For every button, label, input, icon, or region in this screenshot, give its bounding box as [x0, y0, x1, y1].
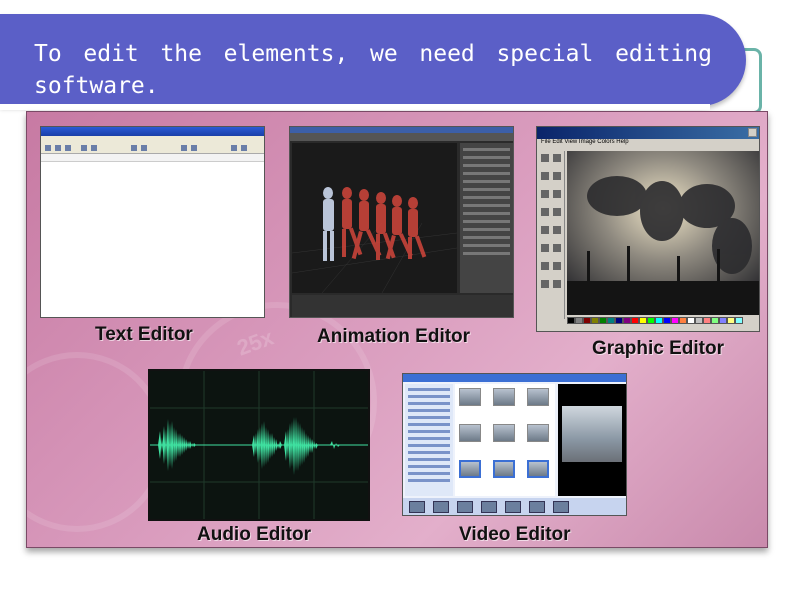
animation-timeline	[292, 295, 513, 317]
animation-editor-screenshot	[289, 126, 514, 318]
video-editor-screenshot	[402, 373, 627, 516]
video-preview	[558, 384, 626, 496]
decorative-circle	[27, 352, 167, 532]
title-banner: To edit the elements, we need special ed…	[0, 14, 746, 106]
window-titlebar	[537, 127, 759, 139]
caption-video-editor: Video Editor	[459, 524, 571, 545]
menu-bar: File Edit View Image Colors Help	[537, 139, 759, 148]
caption-graphic-editor: Graphic Editor	[592, 338, 724, 359]
toolbar	[290, 133, 513, 141]
banner-divider	[0, 104, 710, 110]
caption-text-editor: Text Editor	[95, 324, 193, 345]
editor-collage: 25x Text Editor Animation Editor File Ed…	[26, 111, 768, 548]
window-titlebar	[403, 374, 626, 382]
graphic-editor-screenshot: File Edit View Image Colors Help	[536, 126, 760, 332]
task-pane	[405, 384, 453, 496]
paint-toolbox	[539, 151, 565, 319]
clip-collection	[455, 384, 555, 496]
audio-editor-screenshot	[148, 369, 370, 521]
text-editor-screenshot	[40, 126, 265, 318]
toolbar	[41, 142, 264, 154]
color-palette	[567, 317, 759, 331]
close-icon	[748, 128, 757, 137]
storyboard	[403, 498, 626, 515]
paint-canvas	[567, 151, 759, 315]
caption-audio-editor: Audio Editor	[197, 524, 311, 545]
slide-heading: To edit the elements, we need special ed…	[34, 41, 712, 99]
caption-animation-editor: Animation Editor	[317, 326, 471, 347]
ruler	[41, 154, 264, 162]
animation-viewport	[291, 143, 458, 294]
properties-panel	[460, 143, 513, 293]
window-titlebar	[41, 127, 264, 136]
